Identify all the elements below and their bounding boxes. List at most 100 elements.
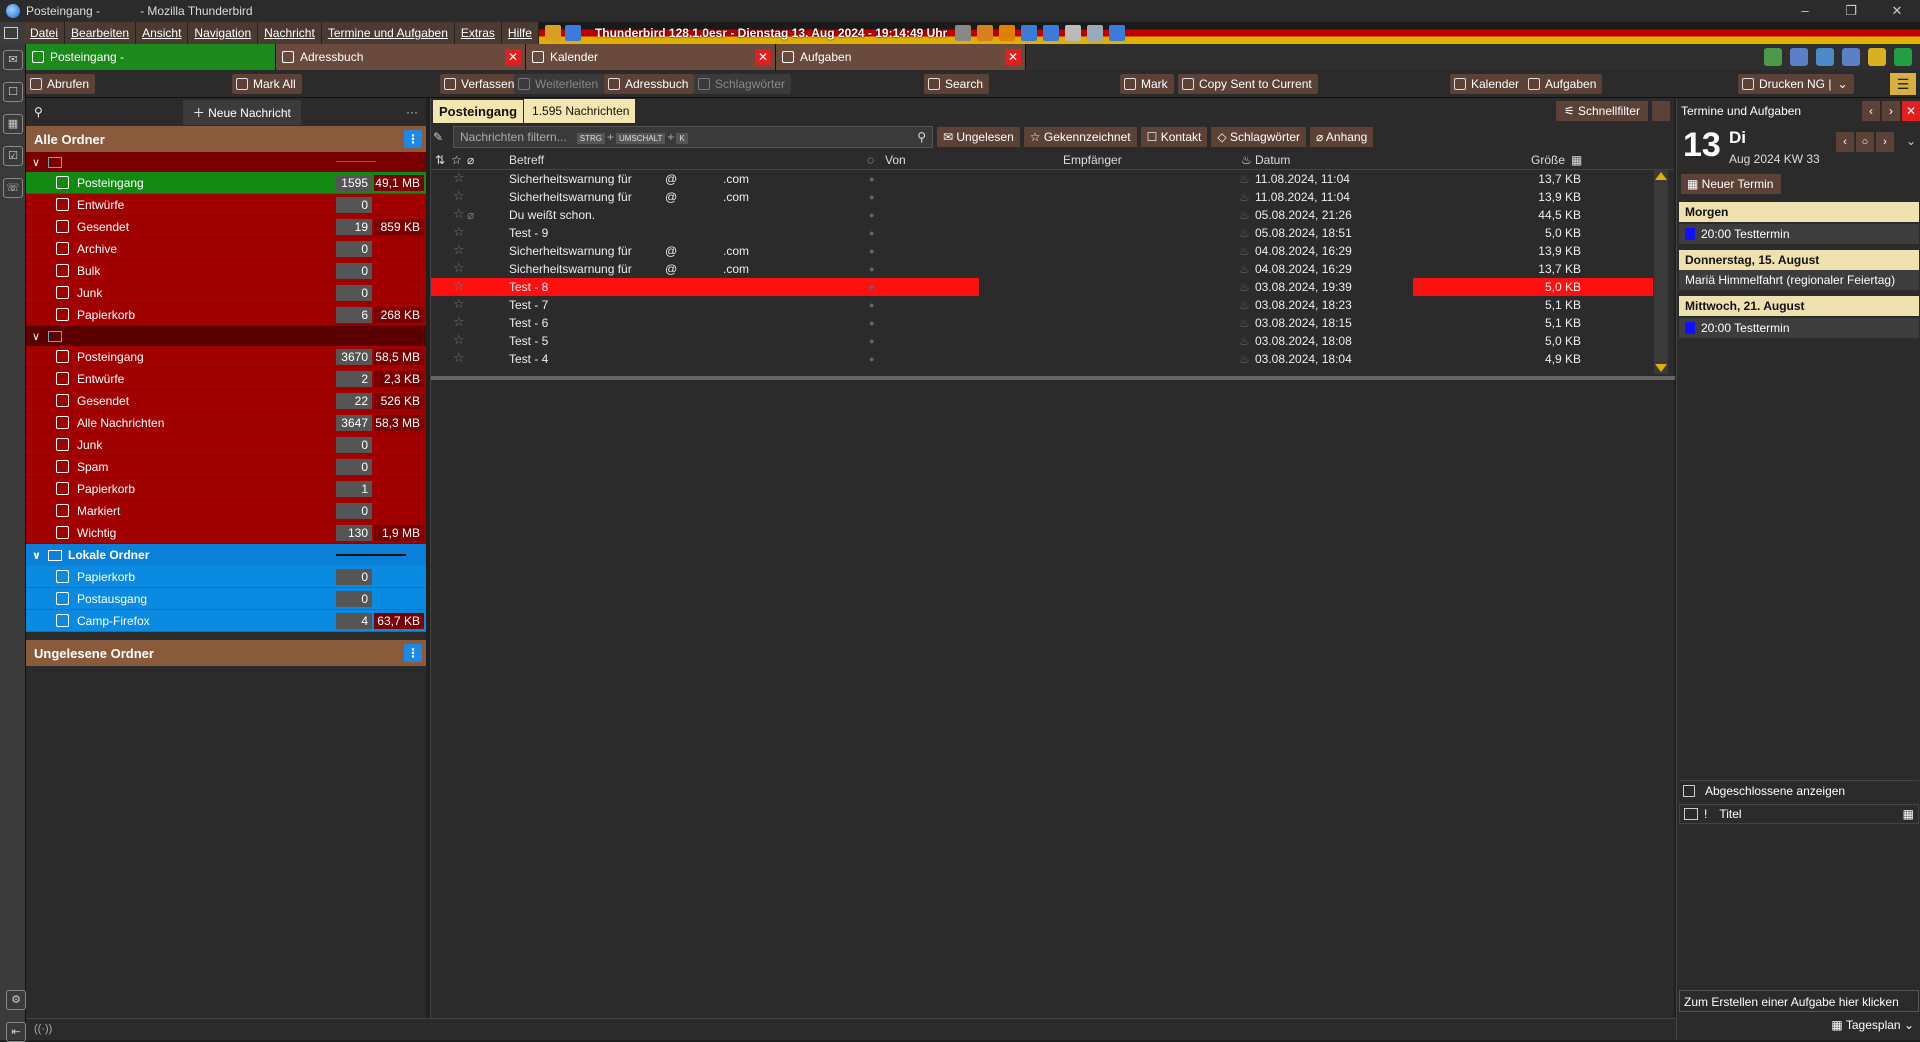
folder-row[interactable]: Papierkorb 0 — [26, 566, 426, 588]
folder-row[interactable]: Postausgang 0 — [26, 588, 426, 610]
folder-row[interactable]: Wichtig 130 1,9 MB — [26, 522, 426, 544]
display-options-icon[interactable] — [1652, 101, 1670, 121]
message-row[interactable]: ☆ Test - 4 ● ♨ 03.08.2024, 18:04 4,9 KB — [431, 350, 1674, 368]
folder-row[interactable]: Alle Nachrichten 3647 58,3 MB — [26, 412, 426, 434]
tags-button[interactable]: Schlagwörter — [694, 74, 792, 94]
filter-starred-button[interactable]: ☆ Gekennzeichnet — [1023, 127, 1137, 147]
star-column-icon[interactable]: ☆ — [451, 153, 462, 167]
compose-button[interactable]: Verfassen — [440, 74, 521, 94]
read-status-icon[interactable]: ● — [869, 228, 874, 238]
tab-inbox[interactable]: Posteingang - — [26, 44, 276, 70]
create-task-field[interactable]: Zum Erstellen einer Aufgabe hier klicken — [1679, 990, 1919, 1012]
space-addressbook-icon[interactable]: ☐ — [3, 82, 23, 102]
filter-unread-button[interactable]: ✉ Ungelesen — [937, 127, 1020, 147]
folder-pane-settings-icon[interactable]: ⚲ — [34, 105, 43, 119]
read-status-icon[interactable]: ● — [869, 246, 874, 256]
junk-status-icon[interactable]: ♨ — [1239, 244, 1250, 258]
new-message-button[interactable]: ＋ Neue Nachricht — [182, 99, 301, 125]
message-row[interactable]: ☆ Sicherheitswarnung für @ .com ● ♨ 04.08.2024… — [431, 242, 1674, 260]
online-status-icon[interactable]: ((·)) — [34, 1023, 52, 1035]
column-picker-icon[interactable]: ▦ — [1571, 153, 1582, 167]
completed-column-icon[interactable] — [1684, 808, 1698, 820]
filter-icon[interactable] — [1842, 48, 1860, 66]
space-mail-icon[interactable]: ✉ — [3, 50, 23, 70]
column-title[interactable]: Titel — [1719, 807, 1741, 821]
message-row[interactable]: ☆ Sicherheitswarnung für @ .com ● ♨ 11.08.2024… — [431, 188, 1674, 206]
chevron-down-icon[interactable]: ∨ — [32, 330, 42, 343]
gear-icon[interactable] — [955, 25, 972, 41]
star-icon[interactable]: ☆ — [453, 206, 465, 222]
filter-tags-button[interactable]: ◇ Schlagwörter — [1211, 127, 1306, 147]
star-icon[interactable]: ☆ — [453, 242, 465, 258]
folder-row[interactable]: Bulk 0 — [26, 260, 426, 282]
column-from[interactable]: Von — [885, 153, 906, 167]
pane-splitter[interactable] — [431, 376, 1675, 380]
message-row[interactable]: ☆ Test - 6 ● ♨ 03.08.2024, 18:15 5,1 KB — [431, 314, 1674, 332]
pin-icon[interactable]: ✎ — [433, 130, 449, 144]
menu-nachricht[interactable]: Nachricht — [258, 22, 322, 44]
next-day-button[interactable]: › — [1876, 132, 1894, 152]
local-folders-row[interactable]: ∨ Lokale Ordner — [26, 544, 426, 566]
message-row[interactable]: ☆ ⌀ Du weißt schon. ● ♨ 05.08.2024, 21:26 44,5… — [431, 206, 1674, 224]
junk-status-icon[interactable]: ♨ — [1239, 298, 1250, 312]
quickfilter-button[interactable]: ⚟ Schnellfilter — [1555, 101, 1648, 121]
attachment-column-icon[interactable]: ⌀ — [467, 153, 474, 167]
tab-calendar[interactable]: Kalender ✕ — [526, 44, 776, 70]
get-messages-button[interactable]: Abrufen — [26, 74, 96, 94]
info-icon[interactable] — [1021, 25, 1038, 41]
account-row-1[interactable]: ∨ — [26, 152, 426, 172]
folder-row[interactable]: Spam 0 — [26, 456, 426, 478]
folder-row[interactable]: Junk 0 — [26, 282, 426, 304]
document-icon[interactable] — [1065, 25, 1082, 41]
read-status-icon[interactable]: ● — [869, 354, 874, 364]
tab-addressbook[interactable]: Adressbuch ✕ — [276, 44, 526, 70]
folder-row[interactable]: Archive 0 — [26, 238, 426, 260]
folder-row[interactable]: Posteingang 3670 58,5 MB — [26, 346, 426, 368]
screenshot-icon[interactable] — [1816, 48, 1834, 66]
folder-row[interactable]: Junk 0 — [26, 434, 426, 456]
close-window-button[interactable]: ✕ — [1874, 3, 1920, 19]
menu-termine[interactable]: Termine und Aufgaben — [321, 22, 455, 44]
message-list-scrollbar[interactable] — [1654, 170, 1668, 374]
notes-icon[interactable] — [564, 25, 581, 41]
thread-column-icon[interactable]: ⇅ — [435, 153, 445, 167]
column-picker-icon[interactable]: ▦ — [1903, 807, 1914, 821]
filter-contact-button[interactable]: ☐ Kontakt — [1140, 127, 1208, 147]
new-event-button[interactable]: ▦ Neuer Termin — [1681, 174, 1782, 194]
message-row[interactable]: ☆ Sicherheitswarnung für @ .com ● ♨ 11.08.2024… — [431, 170, 1674, 188]
section-all-folders[interactable]: Alle Ordner ⋮ — [26, 126, 426, 152]
read-status-icon[interactable]: ● — [869, 336, 874, 346]
maximize-button[interactable]: ❐ — [1828, 3, 1874, 19]
minimize-button[interactable]: – — [1782, 3, 1828, 19]
menu-navigation[interactable]: Navigation — [188, 22, 259, 44]
addressbook-button[interactable]: Adressbuch — [604, 74, 695, 94]
copy-sent-button[interactable]: Copy Sent to Current — [1178, 74, 1318, 94]
account-row-2[interactable]: ∨ — [26, 326, 426, 346]
junk-status-icon[interactable]: ♨ — [1239, 262, 1250, 276]
star-icon[interactable]: ☆ — [453, 224, 465, 240]
menu-datei[interactable]: Datei — [24, 22, 66, 44]
column-date[interactable]: Datum — [1255, 153, 1290, 167]
close-today-pane-button[interactable]: ✕ — [1902, 101, 1920, 121]
menu-bearbeiten[interactable]: Bearbeiten — [65, 22, 137, 44]
junk-status-icon[interactable]: ♨ — [1239, 334, 1250, 348]
addon-tab-icon[interactable] — [1764, 48, 1782, 66]
read-status-icon[interactable]: ● — [869, 318, 874, 328]
folder-icon[interactable] — [1868, 48, 1886, 66]
star-icon[interactable]: ☆ — [453, 188, 465, 204]
calendar-icon[interactable] — [1087, 25, 1104, 41]
message-row[interactable]: ☆ Test - 7 ● ♨ 03.08.2024, 18:23 5,1 KB — [431, 296, 1674, 314]
folder-row[interactable]: Entwürfe 2 2,3 KB — [26, 368, 426, 390]
day-view-selector[interactable]: ▦ Tagesplan ⌄ — [1831, 1018, 1914, 1032]
mark-all-button[interactable]: Mark All — [232, 74, 302, 94]
junk-status-icon[interactable]: ♨ — [1239, 352, 1250, 366]
star-icon[interactable]: ☆ — [453, 332, 465, 348]
menu-ansicht[interactable]: Ansicht — [136, 22, 189, 44]
junk-status-icon[interactable]: ♨ — [1239, 316, 1250, 330]
message-row[interactable]: ☆ Test - 5 ● ♨ 03.08.2024, 18:08 5,0 KB — [431, 332, 1674, 350]
menu-hilfe[interactable]: Hilfe — [501, 22, 539, 44]
star-icon[interactable]: ☆ — [453, 170, 465, 186]
section-unread-folders[interactable]: Ungelesene Ordner ⋮ — [26, 640, 426, 666]
message-row[interactable]: ☆ Sicherheitswarnung für @ .com ● ♨ 04.08.2024… — [431, 260, 1674, 278]
junk-status-icon[interactable]: ♨ — [1239, 208, 1250, 222]
